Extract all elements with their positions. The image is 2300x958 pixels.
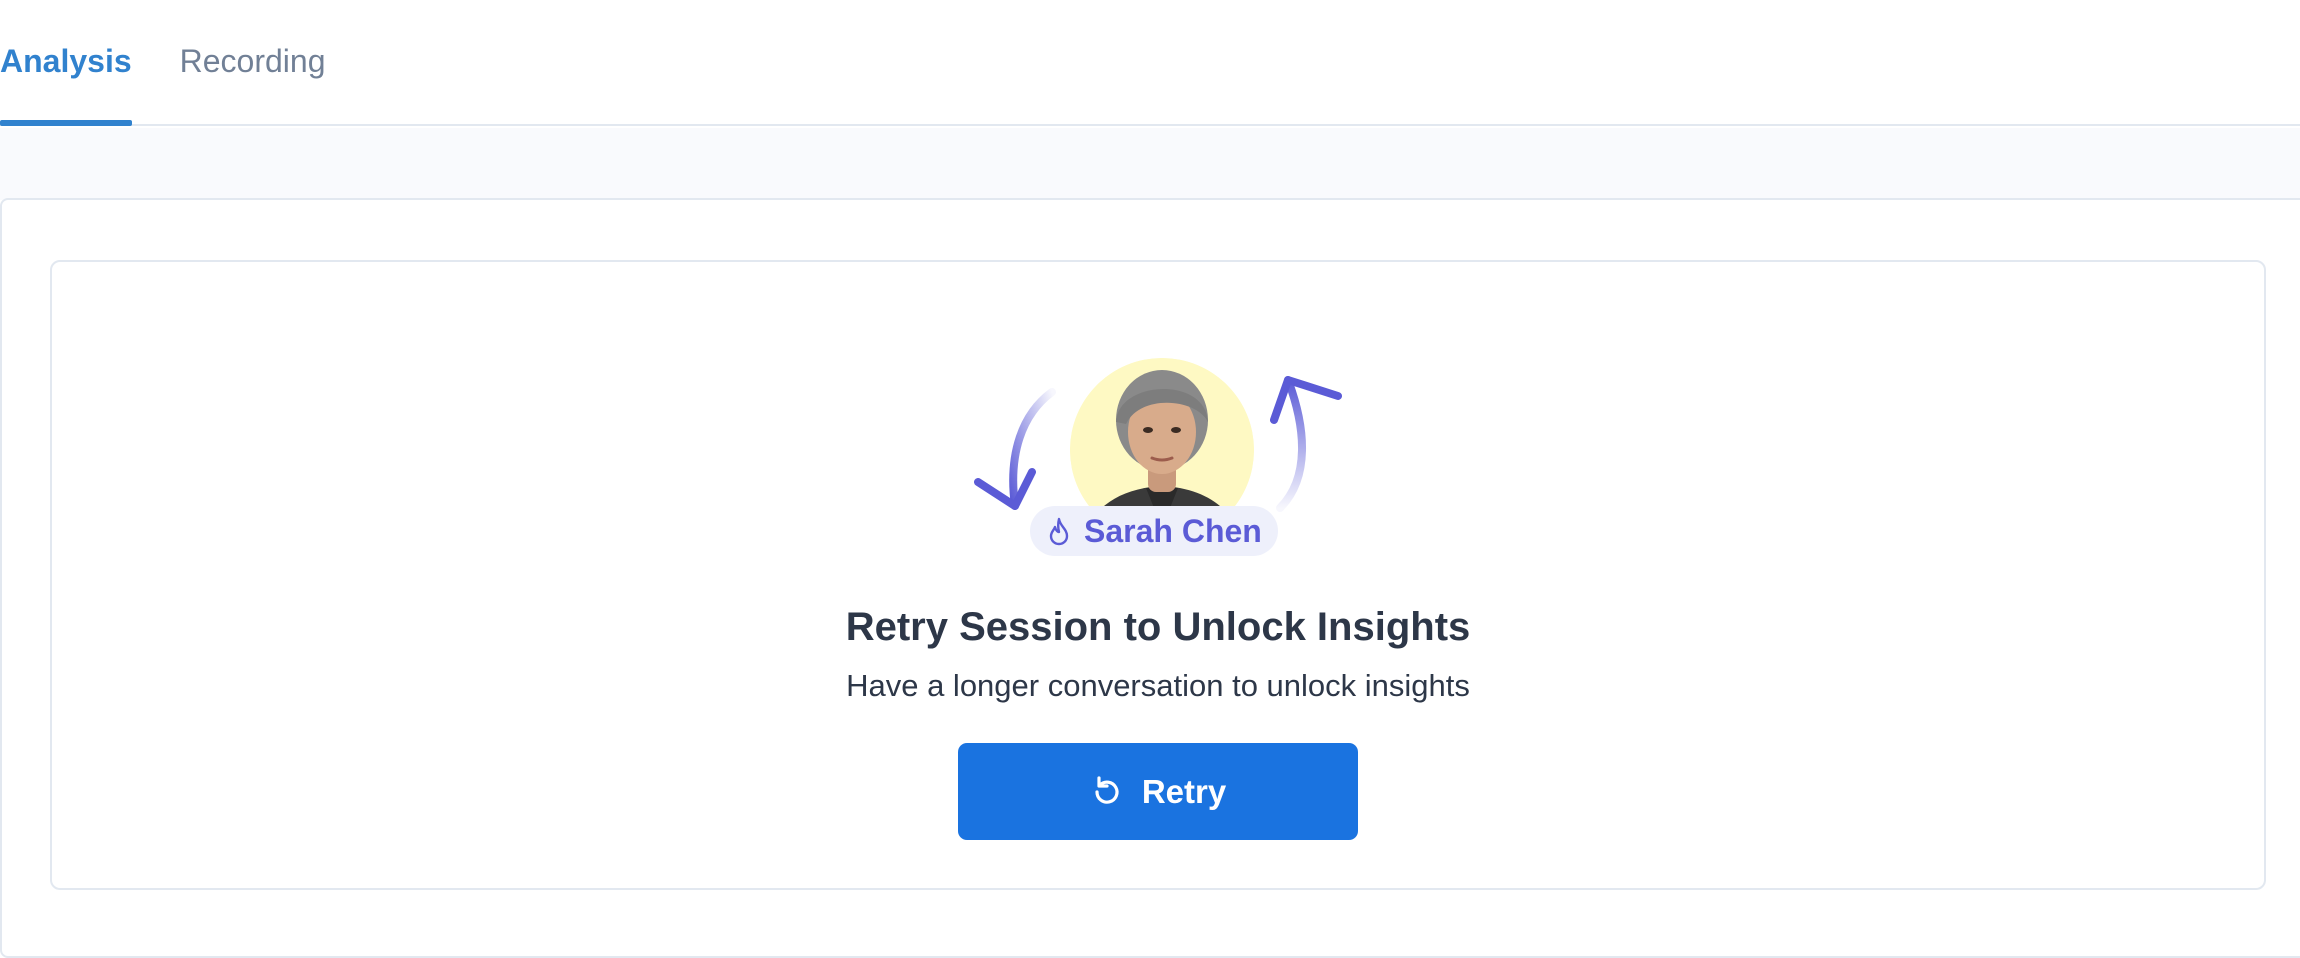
rotate-arrow-left-icon [974, 388, 1056, 510]
content-header-band [0, 128, 2300, 200]
empty-state-title: Retry Session to Unlock Insights [845, 605, 1471, 649]
retry-button[interactable]: Retry [958, 743, 1358, 840]
rotate-arrow-right-icon [1270, 376, 1342, 512]
flame-icon [1049, 517, 1069, 546]
empty-state-subtitle: Have a longer conversation to unlock ins… [846, 668, 1470, 703]
persona-name: Sarah Chen [1084, 512, 1262, 549]
retry-button-label: Retry [1141, 772, 1227, 810]
refresh-icon [1095, 775, 1119, 804]
persona-name-badge: Sarah Chen [1030, 506, 1278, 556]
tab-analysis[interactable]: Analysis [0, 0, 132, 126]
tab-bar: Analysis Recording [0, 0, 2300, 126]
tab-recording[interactable]: Recording [180, 0, 326, 124]
